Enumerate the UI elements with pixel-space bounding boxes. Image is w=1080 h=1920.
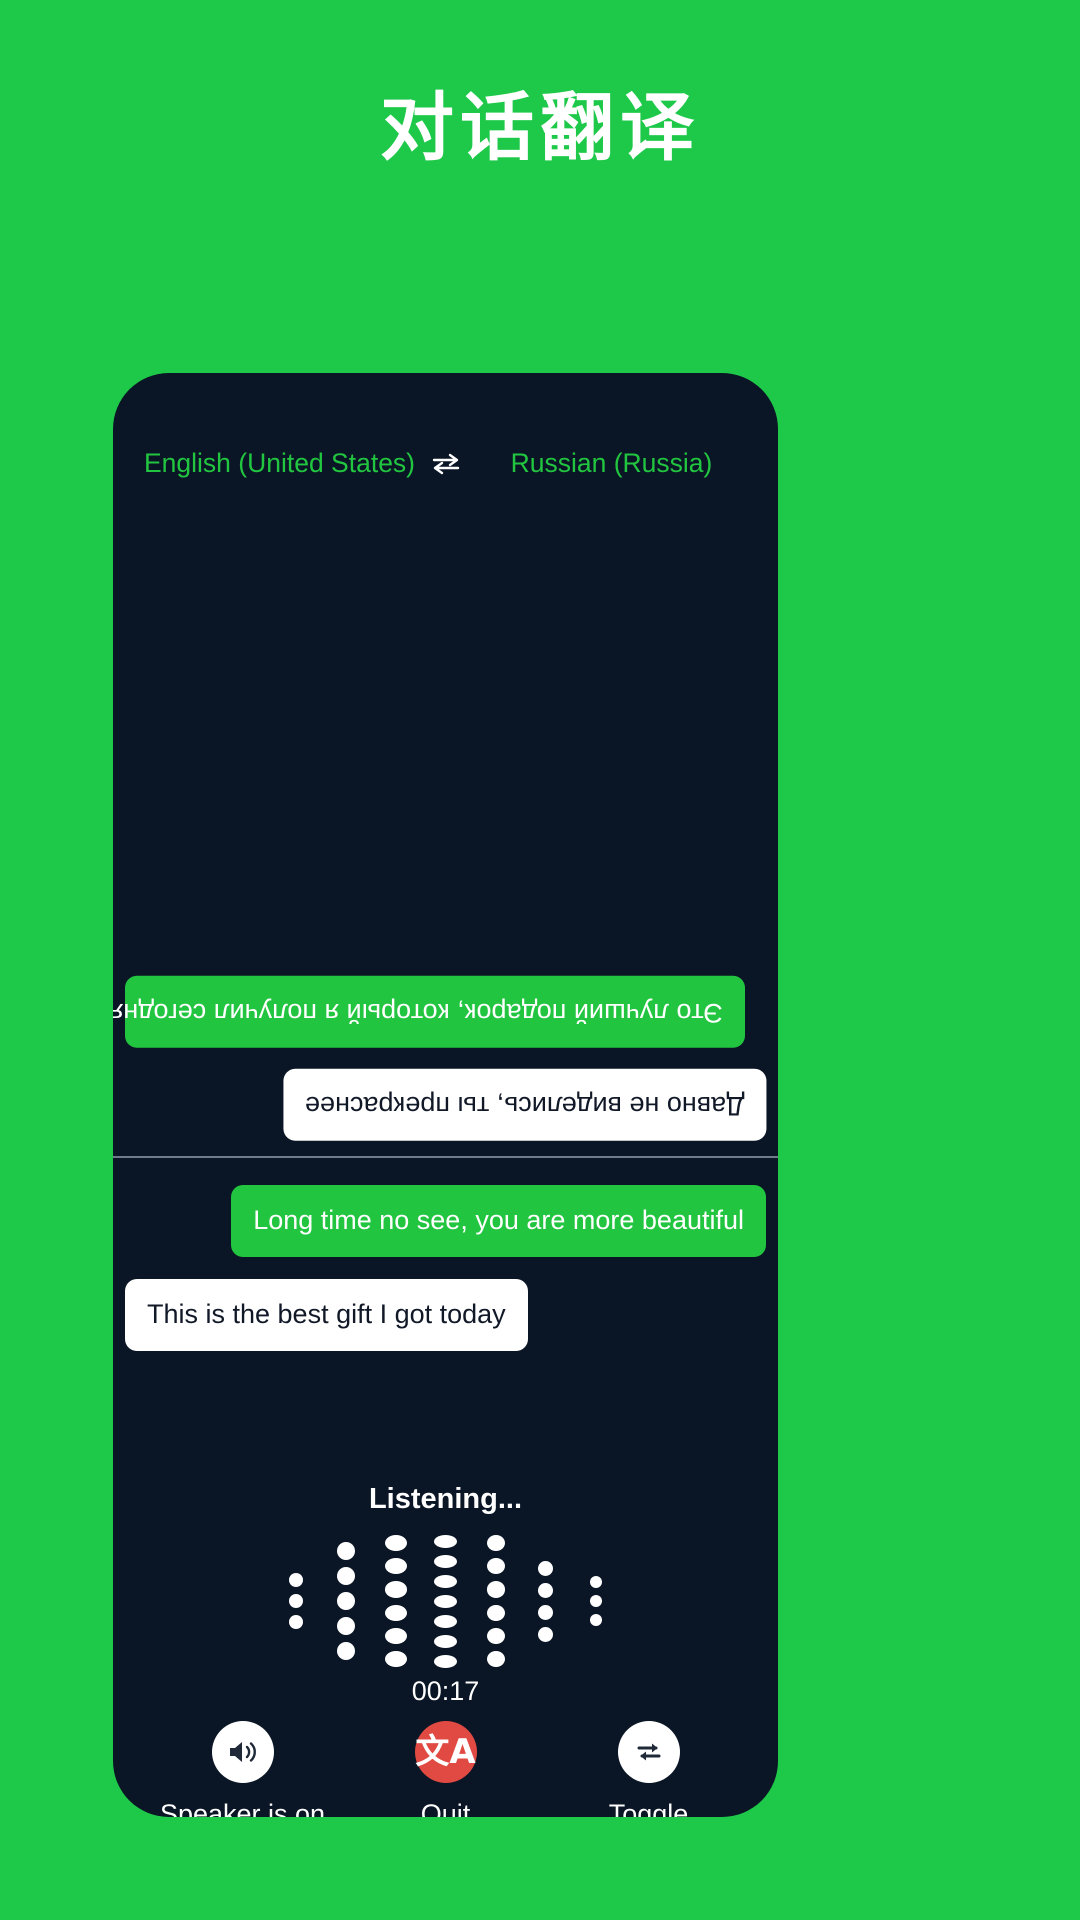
visualizer-dot [434, 1654, 457, 1668]
visualizer-dot [538, 1582, 553, 1598]
page-title: 对话翻译 [380, 85, 700, 171]
conversation-panel-bottom: Long time no see, you are more beautiful… [113, 1163, 778, 1351]
swap-horizontal-icon[interactable] [425, 453, 467, 475]
visualizer-dot [384, 1604, 407, 1621]
panel-divider [113, 1156, 778, 1158]
visualizer-dot [434, 1554, 457, 1568]
message-row: This is the best gift I got today [125, 1278, 766, 1351]
visualizer-dot [384, 1557, 407, 1575]
visualizer-dot [288, 1615, 303, 1629]
visualizer-dot [486, 1604, 505, 1621]
visualizer-dot [336, 1592, 355, 1610]
quit-button-label: Quit [420, 1799, 471, 1817]
visualizer-dot [384, 1581, 407, 1598]
toggle-button[interactable]: Toggle [549, 1721, 749, 1817]
visualizer-dot [589, 1576, 602, 1588]
visualizer-column [321, 1531, 371, 1671]
message-bubble-translated-english[interactable]: Long time no see, you are more beautiful [231, 1185, 766, 1257]
visualizer-dot [538, 1560, 553, 1576]
visualizer-dot [486, 1651, 505, 1668]
target-language-label[interactable]: Russian (Russia) [467, 448, 757, 479]
message-row: Давно не виделись, ты прекраснее [125, 1069, 766, 1141]
speaker-button-label: Speaker is on [159, 1799, 326, 1817]
visualizer-dot [384, 1651, 407, 1668]
audio-dot-visualizer [113, 1531, 778, 1671]
visualizer-dot [336, 1617, 355, 1635]
visualizer-dot [336, 1542, 355, 1560]
visualizer-dot [336, 1642, 355, 1660]
visualizer-dot [384, 1627, 407, 1645]
visualizer-dot [288, 1594, 303, 1608]
message-row: Это лучший подарок, который я получил се… [113, 975, 766, 1048]
conversation-panel-top: Это лучший подарок, который я получил се… [113, 513, 778, 1141]
message-bubble-translated-russian[interactable]: Это лучший подарок, который я получил се… [113, 975, 745, 1048]
visualizer-dot [538, 1626, 553, 1642]
visualizer-dot [486, 1581, 505, 1598]
visualizer-dot [288, 1573, 303, 1587]
message-bubble-source-russian[interactable]: Давно не виделись, ты прекраснее [282, 1069, 766, 1141]
visualizer-dot [434, 1614, 457, 1628]
visualizer-dot [486, 1534, 505, 1551]
speaker-on-icon[interactable] [211, 1721, 274, 1783]
visualizer-dot [538, 1604, 553, 1620]
toggle-button-label: Toggle [608, 1799, 689, 1817]
speaker-button[interactable]: Speaker is on [143, 1721, 343, 1817]
translate-glyph: 文A [415, 1732, 476, 1772]
visualizer-dot [486, 1627, 505, 1645]
visualizer-column [371, 1531, 421, 1671]
visualizer-dot [434, 1634, 457, 1648]
message-bubble-source-english[interactable]: This is the best gift I got today [125, 1278, 528, 1351]
visualizer-column [521, 1531, 571, 1671]
phone-card: English (United States) Russian (Russia)… [113, 373, 778, 1817]
visualizer-column [471, 1531, 521, 1671]
recording-timer: 00:17 [411, 1676, 480, 1706]
visualizer-column [421, 1531, 471, 1671]
visualizer-dot [434, 1534, 457, 1548]
repeat-arrows-icon[interactable] [617, 1721, 680, 1783]
source-language-label[interactable]: English (United States) [135, 448, 425, 479]
bottom-controls: Speaker is on 文A Quit Toggle [113, 1721, 778, 1817]
visualizer-column [571, 1531, 621, 1671]
visualizer-dot [384, 1534, 407, 1551]
listening-status-label: Listening... [368, 1483, 523, 1515]
language-selector-bar: English (United States) Russian (Russia) [113, 448, 778, 479]
visualizer-dot [434, 1594, 457, 1608]
message-row: Long time no see, you are more beautiful [125, 1185, 766, 1257]
visualizer-dot [336, 1567, 355, 1585]
visualizer-dot [589, 1614, 602, 1626]
visualizer-dot [434, 1574, 457, 1588]
quit-button[interactable]: 文A Quit [346, 1721, 546, 1817]
visualizer-dot [486, 1557, 505, 1575]
visualizer-column [271, 1531, 321, 1671]
visualizer-dot [589, 1595, 602, 1607]
translate-icon[interactable]: 文A [414, 1721, 477, 1783]
